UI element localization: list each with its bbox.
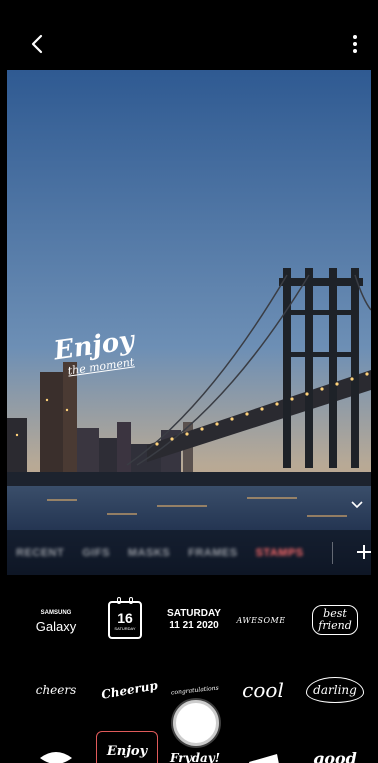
enjoy-overlay-sticker[interactable]: Enjoy the moment xyxy=(49,326,139,390)
sticker-darling-text: darling xyxy=(306,677,364,703)
sticker-date-line1: SATURDAY xyxy=(167,608,221,619)
sticker-good[interactable]: good xyxy=(304,735,366,763)
sticker-fresh-text: Fryday! xyxy=(169,751,220,763)
sticker-samsung-galaxy[interactable]: SAMSUNG Galaxy xyxy=(25,597,87,643)
sticker-congrats-text: congratulations xyxy=(170,684,220,696)
calendar-icon: 16 SATURDAY xyxy=(108,597,142,639)
sticker-cheerup-text: Cheerup xyxy=(99,678,159,702)
add-icon[interactable] xyxy=(351,539,377,565)
sticker-cheers-text: cheers xyxy=(35,683,77,697)
sticker-best-friend[interactable]: best friend xyxy=(304,597,366,643)
tab-stamps[interactable]: STAMPS xyxy=(256,547,304,559)
sticker-category-tabs: RECENT GIFS MASKS FRAMES STAMPS xyxy=(7,530,371,575)
sticker-cool[interactable]: cool xyxy=(232,667,294,713)
lips-icon xyxy=(40,752,72,763)
sticker-darling[interactable]: darling xyxy=(304,667,366,713)
sticker-date-line2: 11 21 2020 xyxy=(169,620,219,631)
sticker-calendar[interactable]: 16 SATURDAY xyxy=(94,597,156,643)
sticker-cool-text: cool xyxy=(242,678,284,702)
back-icon[interactable] xyxy=(28,32,48,56)
sticker-bf-line2: friend xyxy=(318,619,352,632)
sticker-cheers[interactable]: cheers xyxy=(25,667,87,713)
sticker-enjoy[interactable]: Enjoy xyxy=(96,731,158,763)
photo-preview: Enjoy the moment xyxy=(7,70,371,575)
sticker-good-text: good xyxy=(313,748,357,763)
sticker-shape[interactable] xyxy=(232,735,294,763)
more-options-icon[interactable] xyxy=(350,33,360,55)
calendar-weekday: SATURDAY xyxy=(114,626,136,631)
sticker-samsung-bottom: Galaxy xyxy=(35,619,77,634)
capture-button[interactable] xyxy=(173,700,219,746)
tab-masks[interactable]: MASKS xyxy=(128,547,170,559)
top-bar xyxy=(0,0,378,70)
sticker-awesome-text: AWESOME xyxy=(236,615,286,625)
sticker-date[interactable]: SATURDAY 11 21 2020 xyxy=(163,597,225,643)
calendar-day: 16 xyxy=(117,610,133,626)
tab-gifs[interactable]: GIFS xyxy=(82,547,110,559)
sticker-cheerup[interactable]: Cheerup xyxy=(98,667,160,713)
tab-divider xyxy=(332,542,333,564)
tab-recent[interactable]: RECENT xyxy=(16,547,64,559)
banner-icon xyxy=(249,754,279,763)
sticker-lips[interactable] xyxy=(25,735,87,763)
tab-frames[interactable]: FRAMES xyxy=(188,547,237,559)
chevron-down-icon[interactable] xyxy=(349,498,365,510)
sticker-enjoy-text: Enjoy xyxy=(106,743,148,759)
sticker-awesome[interactable]: AWESOME xyxy=(230,597,292,643)
